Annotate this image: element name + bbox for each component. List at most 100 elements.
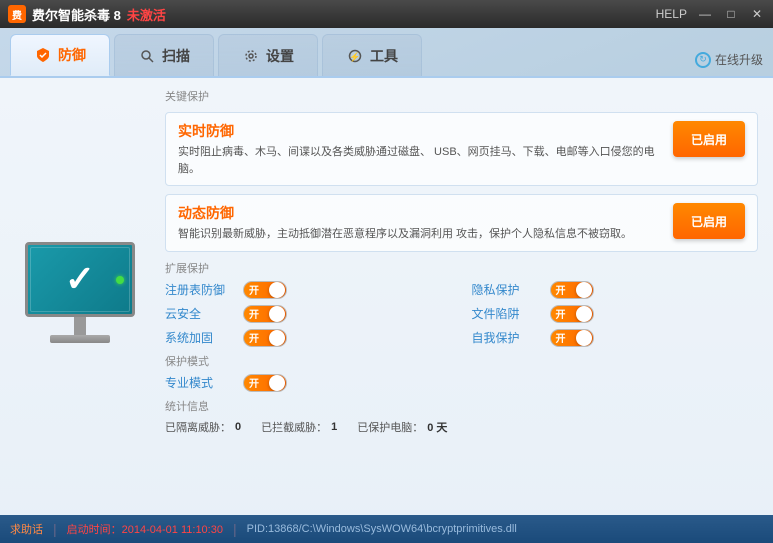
tab-defense-label: 防御 [58,45,86,65]
checkmark-icon: ✓ [65,258,95,300]
realtime-defense-desc: 实时阻止病毒、木马、间谍以及各类威胁通过磁盘、 USB、网页挂马、下载、电邮等入… [178,144,663,177]
dynamic-defense-button[interactable]: 已启用 [673,203,745,239]
expanded-protection-section: 扩展保护 注册表防御 开 隐私保护 [165,260,758,347]
realtime-defense-card: 实时防御 实时阻止病毒、木马、间谍以及各类威胁通过磁盘、 USB、网页挂马、下载… [165,112,758,186]
dynamic-defense-title: 动态防御 [178,203,663,223]
toggle-grid: 注册表防御 开 隐私保护 开 [165,281,758,347]
toggle-cloud: 云安全 开 [165,305,452,323]
toggle-privacy: 隐私保护 开 [472,281,759,299]
syshard-knob [269,330,285,346]
professional-mode-label[interactable]: 专业模式 [165,374,235,391]
minimize-button[interactable]: — [697,7,713,21]
expanded-protection-title: 扩展保护 [165,260,758,276]
selfprotect-knob [576,330,592,346]
toggle-syshard: 系统加固 开 [165,329,452,347]
stat-protected-value: 0 天 [427,419,447,435]
stat-protected-label: 已保护电脑： [357,419,423,435]
maximize-button[interactable]: □ [723,7,739,21]
lightning-icon: ⚡ [346,47,364,65]
professional-mode-knob [269,375,285,391]
stat-quarantined-label: 已隔离威胁： [165,419,231,435]
tab-scan-label: 扫描 [162,46,190,66]
realtime-defense-text: 实时防御 实时阻止病毒、木马、间谍以及各类威胁通过磁盘、 USB、网页挂马、下载… [178,121,663,177]
shield-icon [34,46,52,64]
tab-tools[interactable]: ⚡ 工具 [322,34,422,76]
registry-label[interactable]: 注册表防御 [165,281,235,298]
time-value: 2014-04-01 11:10:30 [122,524,223,536]
tab-defense[interactable]: 防御 [10,34,110,76]
title-bar-right: HELP — □ ✕ [656,7,765,21]
dynamic-defense-desc: 智能识别最新威胁，主动抵御潜在恶意程序以及漏洞利用 攻击，保护个人隐私信息不被窃… [178,226,663,243]
privacy-label[interactable]: 隐私保护 [472,281,542,298]
privacy-toggle[interactable]: 开 [550,281,594,299]
protection-mode-section: 保护模式 专业模式 开 [165,353,758,392]
privacy-knob [576,282,592,298]
main-container: 防御 扫描 设置 ⚡ [0,28,773,543]
syshard-toggle-text: 开 [244,330,259,345]
stat-blocked: 已拦截威胁： 1 [261,419,337,435]
registry-toggle[interactable]: 开 [243,281,287,299]
close-button[interactable]: ✕ [749,7,765,21]
status-time: 启动时间：2014-04-01 11:10:30 [67,521,223,537]
toggle-selfprotect: 自我保护 开 [472,329,759,347]
privacy-toggle-text: 开 [551,282,566,297]
cloud-toggle[interactable]: 开 [243,305,287,323]
monitor-base [50,335,110,343]
protection-mode-title: 保护模式 [165,353,758,369]
tab-bar: 防御 扫描 设置 ⚡ [0,28,773,76]
content-inner: ✓ 关键保护 实时防御 实时阻止病毒、木马、间谍以及各类威胁通过磁盘、 USB、… [0,78,773,515]
online-upgrade-label: 在线升级 [715,51,763,68]
selfprotect-label[interactable]: 自我保护 [472,329,542,346]
selfprotect-toggle-text: 开 [551,330,566,345]
tab-tools-label: 工具 [370,46,398,66]
search-icon [138,47,156,65]
filetrap-toggle[interactable]: 开 [550,305,594,323]
title-bar: 费 费尔智能杀毒 8 未激活 HELP — □ ✕ [0,0,773,28]
title-bar-left: 费 费尔智能杀毒 8 未激活 [8,5,166,24]
stat-blocked-value: 1 [331,421,337,433]
cloud-label[interactable]: 云安全 [165,305,235,322]
tab-settings-label: 设置 [266,46,294,66]
dynamic-defense-card: 动态防御 智能识别最新威胁，主动抵御潜在恶意程序以及漏洞利用 攻击，保护个人隐私… [165,194,758,252]
selfprotect-toggle[interactable]: 开 [550,329,594,347]
svg-text:⚡: ⚡ [349,51,360,63]
online-upgrade-button[interactable]: ↻ 在线升级 [695,51,763,68]
status-bar: 求助话 | 启动时间：2014-04-01 11:10:30 | PID:138… [0,515,773,543]
toggle-filetrap: 文件陷阱 开 [472,305,759,323]
stat-blocked-label: 已拦截威胁： [261,419,327,435]
app-title: 费尔智能杀毒 8 [32,5,121,24]
stat-quarantined: 已隔离威胁： 0 [165,419,241,435]
tab-scan[interactable]: 扫描 [114,34,214,76]
registry-toggle-text: 开 [244,282,259,297]
gear-icon [242,47,260,65]
help-label[interactable]: HELP [656,7,687,21]
syshard-toggle[interactable]: 开 [243,329,287,347]
ask-label[interactable]: 求助话 [10,521,43,537]
statistics-title: 统计信息 [165,398,758,414]
professional-mode-toggle[interactable]: 开 [243,374,287,392]
filetrap-label[interactable]: 文件陷阱 [472,305,542,322]
status-dot [116,276,124,284]
realtime-defense-button[interactable]: 已启用 [673,121,745,157]
statistics-section: 统计信息 已隔离威胁： 0 已拦截威胁： 1 已保护电脑： 0 天 [165,398,758,435]
separator2: | [233,521,237,537]
separator: | [53,521,57,537]
dynamic-defense-text: 动态防御 智能识别最新威胁，主动抵御潜在恶意程序以及漏洞利用 攻击，保护个人隐私… [178,203,663,243]
left-panel: ✓ [0,78,160,515]
key-protection-title: 关键保护 [165,88,758,106]
registry-knob [269,282,285,298]
monitor-stand [74,317,86,335]
app-icon: 费 [8,5,26,23]
time-label: 启动时间： [67,524,122,536]
syshard-label[interactable]: 系统加固 [165,329,235,346]
tab-settings[interactable]: 设置 [218,34,318,76]
content-area: ✓ 关键保护 实时防御 实时阻止病毒、木马、间谍以及各类威胁通过磁盘、 USB、… [0,76,773,543]
cloud-knob [269,306,285,322]
cloud-toggle-text: 开 [244,306,259,321]
filetrap-toggle-text: 开 [551,306,566,321]
realtime-defense-title: 实时防御 [178,121,663,141]
app-title-suffix: 未激活 [127,5,166,24]
professional-mode-toggle-text: 开 [244,375,259,390]
monitor-screen: ✓ [25,242,135,317]
upgrade-icon: ↻ [695,52,711,68]
